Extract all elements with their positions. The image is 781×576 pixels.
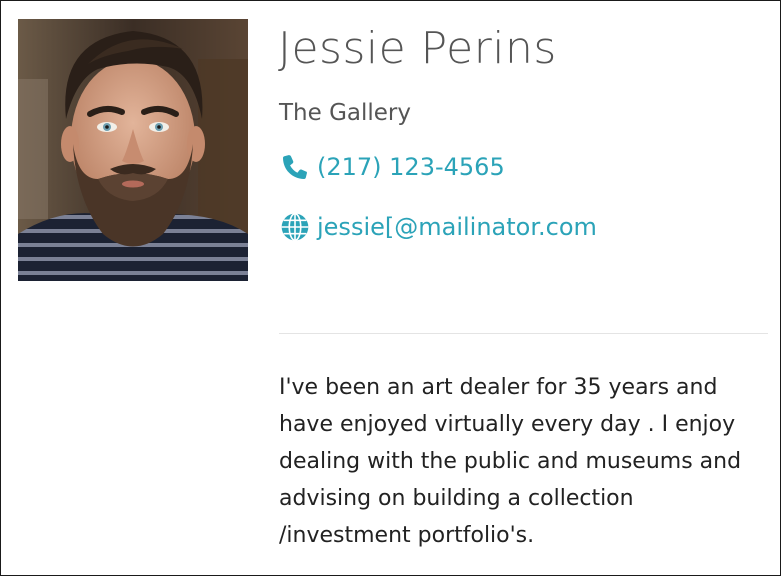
email-address: jessie[@mailinator.com	[317, 213, 597, 241]
email-link[interactable]: jessie[@mailinator.com	[279, 211, 597, 243]
profile-name: Jessie Perins	[278, 23, 557, 74]
divider	[279, 333, 768, 334]
phone-number: (217) 123-4565	[317, 153, 505, 181]
bio-text: I've been an art dealer for 35 years and…	[279, 375, 742, 548]
profile-photo	[18, 19, 248, 281]
globe-icon	[279, 211, 311, 243]
profile-card: Jessie Perins The Gallery (217) 123-4565	[0, 0, 781, 576]
phone-link[interactable]: (217) 123-4565	[279, 151, 505, 183]
phone-icon	[279, 151, 311, 183]
company-name: The Gallery	[279, 100, 412, 126]
